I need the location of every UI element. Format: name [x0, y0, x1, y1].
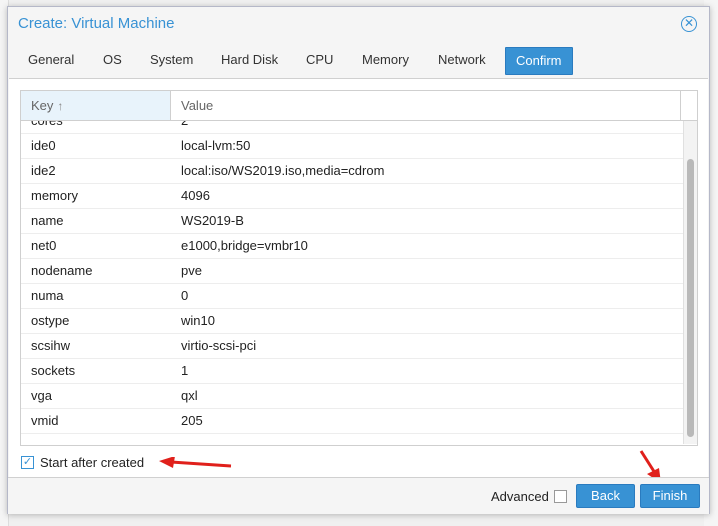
- row-key: net0: [31, 238, 57, 253]
- row-key: numa: [31, 288, 64, 303]
- table-row[interactable]: numa 0: [21, 284, 683, 309]
- row-key: vmid: [31, 413, 59, 428]
- row-key: name: [31, 213, 64, 228]
- row-key: scsihw: [31, 338, 71, 353]
- table-row[interactable]: vmid 205: [21, 409, 683, 434]
- grid-header: Key ↑ Value: [21, 91, 697, 121]
- row-value: pve: [181, 263, 202, 278]
- row-value: e1000,bridge=vmbr10: [181, 238, 308, 253]
- start-after-created-label: Start after created: [40, 455, 145, 470]
- close-icon[interactable]: ✕: [681, 16, 697, 32]
- dialog-footer: Advanced Back Finish: [8, 477, 709, 514]
- tab-memory[interactable]: Memory: [352, 47, 419, 73]
- dialog-titlebar: Create: Virtual Machine ✕: [8, 7, 709, 41]
- advanced-label: Advanced: [491, 489, 549, 504]
- column-header-key[interactable]: Key ↑: [21, 91, 171, 120]
- row-value: virtio-scsi-pci: [181, 338, 257, 353]
- tab-hard-disk[interactable]: Hard Disk: [211, 47, 288, 73]
- finish-button[interactable]: Finish: [640, 484, 700, 508]
- wizard-tabs: General OS System Hard Disk CPU Memory N…: [8, 47, 709, 75]
- table-row[interactable]: nodename pve: [21, 259, 683, 284]
- start-after-created-checkbox[interactable]: ✓: [21, 456, 34, 469]
- row-value: WS2019-B: [181, 213, 244, 228]
- row-value: 2: [181, 121, 188, 133]
- annotation-arrow-left-icon: [159, 457, 232, 468]
- row-key: cores: [31, 121, 63, 133]
- tab-confirm[interactable]: Confirm: [505, 47, 573, 75]
- row-value: qxl: [181, 388, 198, 403]
- row-value: 4096: [181, 188, 210, 203]
- row-key: nodename: [31, 263, 93, 278]
- table-row[interactable]: name WS2019-B: [21, 209, 683, 234]
- dialog-title: Create: Virtual Machine: [18, 15, 175, 32]
- row-value: 1: [181, 363, 189, 378]
- row-value: win10: [181, 313, 215, 328]
- table-row[interactable]: cores 2: [21, 121, 683, 134]
- table-row[interactable]: vga qxl: [21, 384, 683, 409]
- scrollbar-thumb[interactable]: [687, 159, 694, 437]
- row-key: vga: [31, 388, 52, 403]
- table-row[interactable]: scsihw virtio-scsi-pci: [21, 334, 683, 359]
- row-value: local:iso/WS2019.iso,media=cdrom: [181, 163, 385, 178]
- table-row[interactable]: ide2 local:iso/WS2019.iso,media=cdrom: [21, 159, 683, 184]
- row-value: local-lvm:50: [181, 138, 251, 153]
- table-row[interactable]: net0 e1000,bridge=vmbr10: [21, 234, 683, 259]
- confirm-panel: Key↑ Value cores 2 ide0 local-lvm:50 ide2 l…: [9, 78, 708, 477]
- sort-ascending-icon: ↑: [57, 99, 64, 113]
- back-button[interactable]: Back: [576, 484, 635, 508]
- row-key: ostype: [31, 313, 70, 328]
- tab-cpu[interactable]: CPU: [296, 47, 343, 73]
- tab-system[interactable]: System: [140, 47, 203, 73]
- table-row[interactable]: sockets 1: [21, 359, 683, 384]
- grid-scrollbar[interactable]: [683, 121, 697, 444]
- row-value: 205: [181, 413, 203, 428]
- summary-grid: Key↑ Value cores 2 ide0 local-lvm:50 ide2 l…: [20, 90, 698, 446]
- tab-general[interactable]: General: [18, 47, 84, 73]
- row-key: sockets: [31, 363, 76, 378]
- tab-os[interactable]: OS: [93, 47, 132, 73]
- row-value: 0: [181, 288, 189, 303]
- table-row[interactable]: ide0 local-lvm:50: [21, 134, 683, 159]
- row-key: ide0: [31, 138, 56, 153]
- row-key: ide2: [31, 163, 56, 178]
- row-key: memory: [31, 188, 78, 203]
- column-header-value-label: Value: [181, 98, 214, 113]
- table-row[interactable]: memory 4096: [21, 184, 683, 209]
- advanced-checkbox[interactable]: [554, 490, 567, 503]
- column-header-value[interactable]: Value: [171, 91, 681, 120]
- tab-network[interactable]: Network: [428, 47, 496, 73]
- grid-body: cores 2 ide0 local-lvm:50 ide2 local:iso/WS…: [21, 121, 683, 444]
- column-header-key-label: Key: [31, 98, 54, 113]
- table-row[interactable]: ostype win10: [21, 309, 683, 334]
- create-vm-dialog: Create: Virtual Machine ✕ General OS Sys…: [7, 6, 710, 514]
